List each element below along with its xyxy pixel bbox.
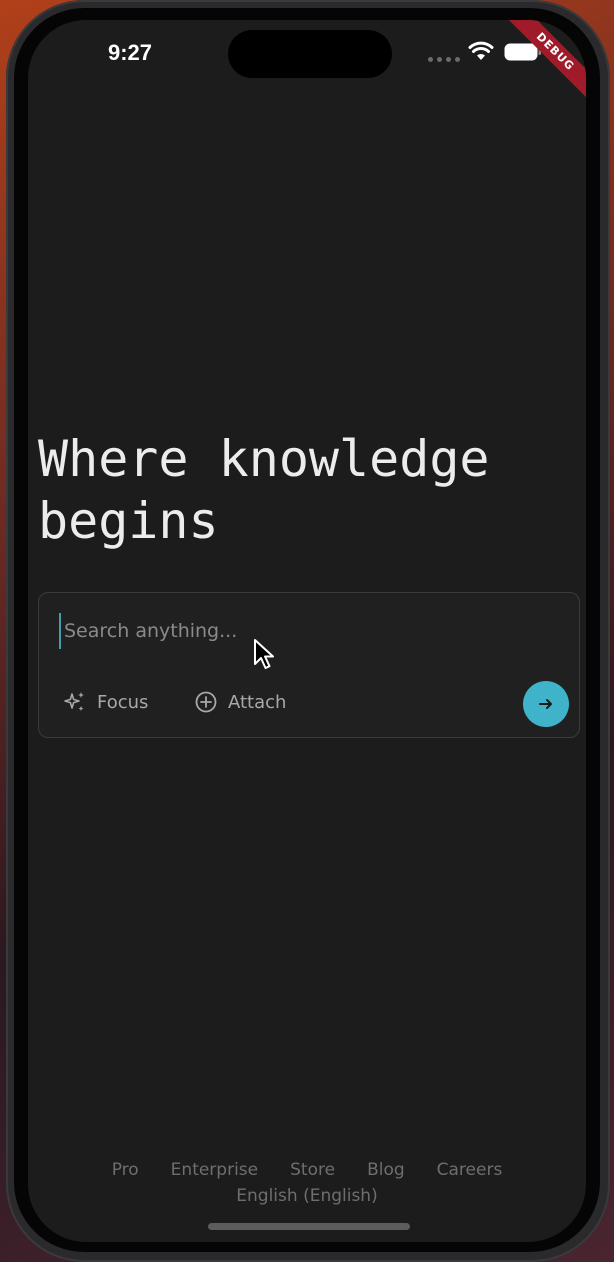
submit-button[interactable] xyxy=(523,681,569,727)
focus-button[interactable]: Focus xyxy=(63,687,148,717)
wifi-icon xyxy=(468,41,494,60)
home-indicator[interactable] xyxy=(208,1223,410,1230)
attach-button[interactable]: Attach xyxy=(194,687,286,717)
dynamic-island xyxy=(228,30,392,78)
focus-label: Focus xyxy=(97,691,149,713)
status-time: 9:27 xyxy=(108,40,153,65)
cellular-signal-icon xyxy=(428,57,460,62)
footer-link-store[interactable]: Store xyxy=(290,1160,335,1180)
mouse-cursor-icon xyxy=(254,639,274,669)
search-input[interactable] xyxy=(59,613,504,649)
sparkle-icon xyxy=(64,692,84,711)
footer-link-blog[interactable]: Blog xyxy=(367,1160,405,1180)
footer-link-pro[interactable]: Pro xyxy=(112,1160,139,1180)
footer-link-enterprise[interactable]: Enterprise xyxy=(171,1160,258,1180)
footer-links: Pro Enterprise Store Blog Careers xyxy=(28,1160,586,1180)
app-screen: 9:27 DEBUG Where knowledge begins Focus xyxy=(28,20,586,1242)
plus-circle-icon xyxy=(195,691,217,713)
arrow-right-icon xyxy=(539,699,552,709)
search-card: Focus Attach xyxy=(38,592,580,738)
attach-label: Attach xyxy=(228,691,287,713)
language-selector[interactable]: English (English) xyxy=(28,1186,586,1206)
hero-title: Where knowledge begins xyxy=(38,430,490,550)
footer-link-careers[interactable]: Careers xyxy=(437,1160,503,1180)
